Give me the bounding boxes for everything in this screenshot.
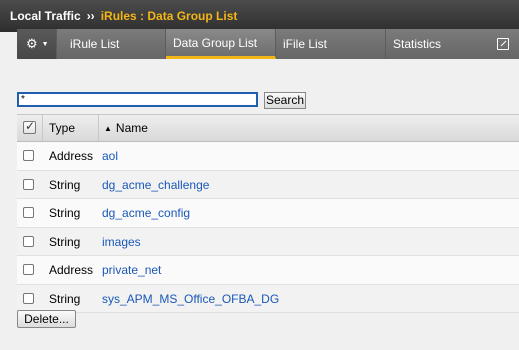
breadcrumb-root[interactable]: Local Traffic [10,9,81,23]
column-header-label: Type [49,121,76,135]
name-link[interactable]: aol [102,149,118,163]
sort-ascending-icon: ▲ [104,124,112,133]
name-link[interactable]: private_net [102,263,161,277]
name-link[interactable]: dg_acme_challenge [102,178,209,192]
name-link[interactable]: dg_acme_config [102,206,190,220]
row-checkbox[interactable] [23,178,34,190]
type-cell: String [49,177,81,192]
name-link[interactable]: images [102,235,141,249]
row-checkbox[interactable] [23,150,34,161]
row-checkbox[interactable] [23,292,34,304]
tab-label: Data Group List [173,35,258,50]
name-link[interactable]: sys_APM_MS_Office_OFBA_DG [102,292,279,306]
row-checkbox[interactable] [23,264,34,275]
type-cell: String [49,291,81,306]
chevron-down-icon: ▼ [41,40,49,48]
table-row: Address aol [17,142,519,171]
search-button[interactable]: Search [264,92,306,109]
tab-bar: ⚙ ▼ iRule List Data Group List iFile Lis… [17,29,519,59]
type-cell: String [49,206,81,220]
table-row: Address private_net [17,256,519,285]
page-title: iRules : Data Group List [100,9,238,23]
search-input[interactable] [17,92,258,107]
column-header-type[interactable]: Type [42,115,99,141]
select-all-cell [17,115,43,141]
type-cell: Address [49,149,94,163]
row-checkbox[interactable] [23,235,34,247]
tab-label: iFile List [283,37,328,51]
table-row: String dg_acme_challenge [17,170,519,199]
gear-icon: ⚙ [26,36,38,51]
tab-irule-list[interactable]: iRule List [57,29,166,59]
table-header: Type ▲Name [17,115,519,142]
table-row: String dg_acme_config [17,199,519,228]
column-header-name[interactable]: ▲ Name [98,115,519,141]
data-group-table: Type ▲Name Address aol String dg_acme_ch… [17,114,519,313]
tab-statistics[interactable]: Statistics [386,29,519,59]
delete-button[interactable]: Delete... [17,310,76,328]
table-row: String images [17,227,519,256]
breadcrumb: Local Traffic ›› iRules : Data Group Lis… [0,0,519,32]
table-row: String sys_APM_MS_Office_OFBA_DG [17,284,519,313]
column-header-label: Name [115,121,148,135]
select-all-checkbox[interactable] [23,119,36,134]
tab-label: Statistics [393,37,442,51]
tab-options-menu[interactable]: ⚙ ▼ [17,29,57,59]
tab-label: iRule List [70,37,120,51]
tab-ifile-list[interactable]: iFile List [276,29,386,59]
type-cell: String [49,234,81,249]
external-link-icon[interactable] [497,38,509,50]
breadcrumb-separator: ›› [86,9,95,23]
type-cell: Address [49,263,94,277]
tab-data-group-list[interactable]: Data Group List [166,29,276,59]
row-checkbox[interactable] [23,207,34,218]
